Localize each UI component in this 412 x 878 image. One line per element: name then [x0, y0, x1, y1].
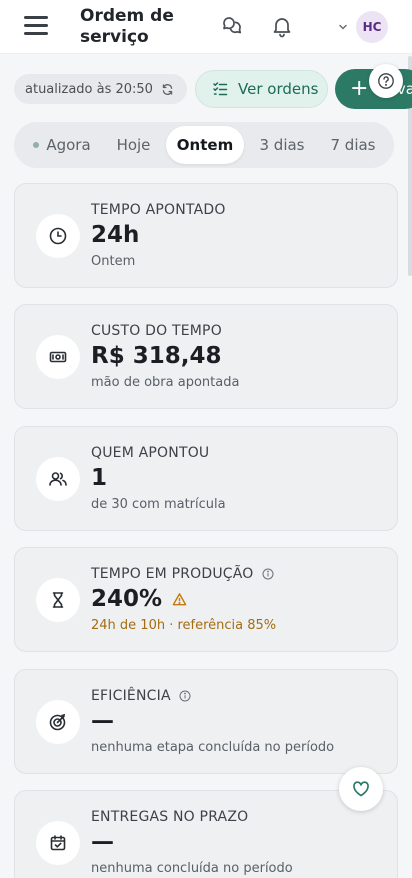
card-icon-wrap: [36, 700, 80, 744]
users-icon: [49, 472, 67, 486]
hourglass-icon: [52, 592, 64, 608]
card-label: CUSTO DO TEMPO: [91, 323, 222, 339]
card-icon-wrap: [36, 335, 80, 379]
tab-label: 7 dias: [330, 136, 376, 154]
app-header: Ordem de serviço HC: [0, 0, 412, 54]
menu-icon-bar: [24, 32, 48, 35]
period-tabs: Agora Hoje Ontem 3 dias 7 dias: [14, 122, 394, 168]
card-value: R$ 318,48: [91, 343, 222, 369]
tab-label: Agora: [46, 136, 91, 154]
live-dot-icon: [33, 142, 40, 148]
tab-ontem[interactable]: Ontem: [166, 126, 244, 164]
view-orders-button[interactable]: Ver ordens: [195, 70, 328, 108]
target-icon: [49, 713, 66, 731]
card-icon-wrap: [36, 214, 80, 258]
user-avatar[interactable]: HC: [356, 11, 388, 43]
card-label: ENTREGAS NO PRAZO: [91, 809, 249, 825]
page-title: Ordem de serviço: [80, 6, 174, 47]
card-label: TEMPO EM PRODUÇÃO: [91, 566, 254, 582]
card-label: QUEM APONTOU: [91, 445, 210, 461]
clock-icon: [49, 227, 67, 245]
metric-card-tempo-apontado[interactable]: TEMPO APONTADO 24h Ontem: [14, 183, 398, 288]
metric-card-custo-do-tempo[interactable]: CUSTO DO TEMPO R$ 318,48 mão de obra apo…: [14, 304, 398, 409]
help-button[interactable]: [369, 64, 403, 98]
card-sub: nenhuma etapa concluída no período: [91, 740, 335, 755]
metric-card-entregas-no-prazo[interactable]: ENTREGAS NO PRAZO — nenhuma concluída no…: [14, 790, 398, 878]
metric-card-quem-apontou[interactable]: QUEM APONTOU 1 de 30 com matrícula: [14, 426, 398, 531]
card-icon-wrap: [36, 821, 80, 865]
tab-label: Ontem: [176, 136, 234, 154]
info-icon[interactable]: [179, 690, 191, 702]
card-value: —: [91, 708, 114, 734]
card-sub: mão de obra apontada: [91, 375, 240, 390]
calendar-check-icon: [50, 835, 66, 851]
refresh-icon: [162, 83, 173, 95]
card-value: —: [91, 829, 114, 855]
card-value: 240%: [91, 586, 163, 612]
updated-label: atualizado às 20:50: [25, 81, 153, 97]
card-label: EFICIÊNCIA: [91, 688, 171, 704]
menu-icon-bar: [24, 16, 48, 19]
tab-label: Hoje: [116, 136, 151, 154]
tab-agora[interactable]: Agora: [22, 126, 102, 164]
tab-3-dias[interactable]: 3 dias: [252, 126, 312, 164]
plus-icon: +: [350, 76, 369, 101]
menu-icon-bar: [24, 24, 48, 27]
metric-card-tempo-em-producao[interactable]: TEMPO EM PRODUÇÃO 240% 24h de 10h · refe…: [14, 547, 398, 652]
question-icon: [378, 73, 394, 89]
card-sub: 24h de 10h · referência 85%: [91, 618, 277, 633]
refresh-button[interactable]: atualizado às 20:50: [14, 74, 187, 104]
card-icon-wrap: [36, 457, 80, 501]
chevron-down-icon[interactable]: [337, 18, 349, 30]
heart-icon: [353, 781, 369, 797]
card-sub: Ontem: [91, 254, 136, 269]
checklist-icon: [213, 82, 228, 96]
metric-card-eficiencia[interactable]: EFICIÊNCIA — nenhuma etapa concluída no …: [14, 669, 398, 774]
card-value: 24h: [91, 222, 140, 248]
chat-bubbles-icon[interactable]: [220, 14, 244, 38]
card-sub: de 30 com matrícula: [91, 497, 226, 512]
bell-icon[interactable]: [270, 14, 294, 38]
tab-label: 3 dias: [259, 136, 305, 154]
card-value: 1: [91, 465, 108, 491]
menu-button[interactable]: [24, 14, 48, 36]
tab-7-dias[interactable]: 7 dias: [322, 126, 384, 164]
tab-hoje[interactable]: Hoje: [106, 126, 161, 164]
info-icon[interactable]: [262, 568, 274, 580]
favorite-button[interactable]: [339, 767, 383, 811]
card-sub: nenhuma concluída no período: [91, 861, 293, 876]
money-icon: [49, 351, 67, 363]
view-orders-label: Ver ordens: [238, 80, 319, 98]
card-label: TEMPO APONTADO: [91, 202, 226, 218]
warning-icon: [172, 592, 187, 605]
card-icon-wrap: [36, 578, 80, 622]
